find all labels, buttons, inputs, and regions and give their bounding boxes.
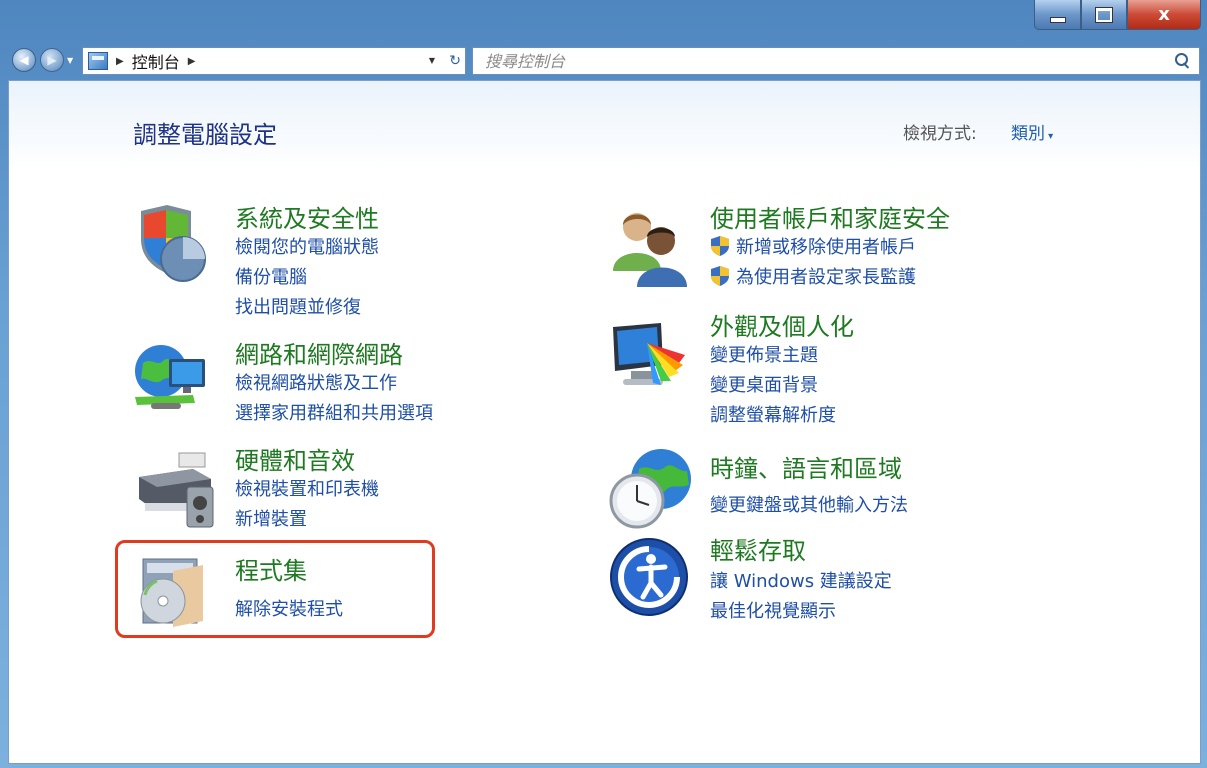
- breadcrumb-control-panel[interactable]: 控制台: [132, 49, 180, 73]
- back-button[interactable]: ◀: [12, 48, 36, 72]
- forward-button[interactable]: ▶: [40, 48, 64, 72]
- link-change-desktop-background[interactable]: 變更桌面背景: [710, 371, 818, 397]
- breadcrumb-separator-icon[interactable]: ▶: [116, 56, 124, 67]
- appearance-icon[interactable]: [609, 315, 693, 399]
- link-homegroup-sharing[interactable]: 選擇家用群組和共用選項: [235, 399, 433, 425]
- content-pane: 調整電腦設定 檢視方式: 類別 系統及安全性 檢閱您的電腦狀態 備份電腦 找出問…: [8, 80, 1201, 764]
- category-title-hardware-sound[interactable]: 硬體和音效: [235, 441, 355, 476]
- category-title-user-accounts[interactable]: 使用者帳戶和家庭安全: [710, 199, 950, 234]
- link-devices-printers[interactable]: 檢視裝置和印表機: [235, 475, 379, 501]
- link-change-theme[interactable]: 變更佈景主題: [710, 341, 818, 367]
- search-input[interactable]: [483, 48, 1173, 74]
- title-bar: x: [0, 0, 1207, 40]
- ease-of-access-icon[interactable]: [609, 537, 693, 621]
- view-by-dropdown[interactable]: 類別: [1011, 119, 1053, 144]
- page-title: 調整電腦設定: [133, 121, 277, 149]
- category-title-system-security[interactable]: 系統及安全性: [235, 199, 379, 234]
- clock-language-region-icon[interactable]: [609, 445, 693, 529]
- back-arrow-icon: ◀: [19, 53, 29, 67]
- window-controls: x: [1034, 0, 1201, 30]
- system-security-icon[interactable]: [133, 205, 217, 289]
- link-backup-computer[interactable]: 備份電腦: [235, 263, 307, 289]
- breadcrumb-separator-icon[interactable]: ▶: [188, 56, 196, 67]
- link-add-device[interactable]: 新增裝置: [235, 505, 307, 531]
- link-optimize-visual-display[interactable]: 最佳化視覺顯示: [710, 597, 836, 623]
- address-bar[interactable]: ▶ 控制台 ▶ ▼ ↻: [82, 47, 466, 75]
- close-button[interactable]: x: [1127, 0, 1201, 30]
- maximize-icon: [1095, 6, 1113, 23]
- address-dropdown-icon[interactable]: ▼: [429, 56, 435, 65]
- search-icon[interactable]: [1173, 51, 1193, 71]
- refresh-icon[interactable]: ↻: [449, 53, 461, 69]
- forward-arrow-icon: ▶: [47, 53, 57, 67]
- link-add-remove-accounts[interactable]: 新增或移除使用者帳戶: [710, 233, 916, 259]
- link-change-keyboards[interactable]: 變更鍵盤或其他輸入方法: [710, 491, 908, 517]
- network-icon[interactable]: [133, 341, 217, 425]
- link-add-remove-accounts-label: 新增或移除使用者帳戶: [736, 237, 916, 258]
- address-row: ◀ ▶ ▼ ▶ 控制台 ▶ ▼ ↻: [0, 44, 1207, 78]
- link-find-fix-problems[interactable]: 找出問題並修復: [235, 293, 361, 319]
- search-box: [472, 47, 1200, 75]
- user-accounts-icon[interactable]: [609, 207, 693, 291]
- uac-shield-icon: [711, 266, 729, 286]
- minimize-button[interactable]: [1034, 0, 1081, 30]
- view-by-label: 檢視方式:: [903, 124, 977, 144]
- highlight-box: [115, 540, 435, 638]
- link-let-windows-suggest[interactable]: 讓 Windows 建議設定: [710, 567, 892, 593]
- close-icon: x: [1158, 4, 1170, 25]
- category-title-network[interactable]: 網路和網際網路: [235, 335, 403, 370]
- minimize-icon: [1049, 16, 1066, 23]
- link-parental-controls[interactable]: 為使用者設定家長監護: [710, 263, 916, 289]
- category-title-ease-of-access[interactable]: 輕鬆存取: [710, 531, 806, 566]
- category-title-clock-language-region[interactable]: 時鐘、語言和區域: [710, 449, 902, 484]
- maximize-button[interactable]: [1081, 0, 1127, 30]
- control-panel-icon: [88, 52, 108, 70]
- recent-pages-dropdown[interactable]: ▼: [67, 56, 73, 65]
- category-title-appearance[interactable]: 外觀及個人化: [710, 307, 854, 342]
- hardware-sound-icon[interactable]: [133, 447, 217, 531]
- link-parental-controls-label: 為使用者設定家長監護: [736, 267, 916, 288]
- link-adjust-resolution[interactable]: 調整螢幕解析度: [710, 401, 836, 427]
- link-review-computer-status[interactable]: 檢閱您的電腦狀態: [235, 233, 379, 259]
- link-view-network-status[interactable]: 檢視網路狀態及工作: [235, 369, 397, 395]
- uac-shield-icon: [711, 236, 729, 256]
